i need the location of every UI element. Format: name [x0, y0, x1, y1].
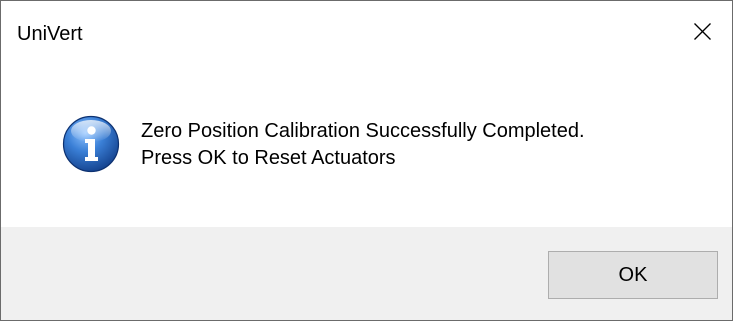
close-icon — [694, 23, 711, 40]
message-line-2: Press OK to Reset Actuators — [141, 147, 396, 169]
title-bar[interactable]: UniVert — [1, 1, 732, 63]
message-text: Zero Position Calibration Successfully C… — [141, 118, 711, 172]
information-icon — [62, 115, 120, 173]
window-title: UniVert — [17, 23, 83, 45]
ok-button[interactable]: OK — [548, 251, 718, 299]
message-dialog: UniVert Zero Position Calibration Succes… — [0, 0, 733, 321]
message-line-1: Zero Position Calibration Successfully C… — [141, 120, 585, 142]
close-button[interactable] — [672, 1, 732, 63]
button-bar: OK — [1, 227, 732, 320]
dialog-content: Zero Position Calibration Successfully C… — [1, 63, 732, 227]
